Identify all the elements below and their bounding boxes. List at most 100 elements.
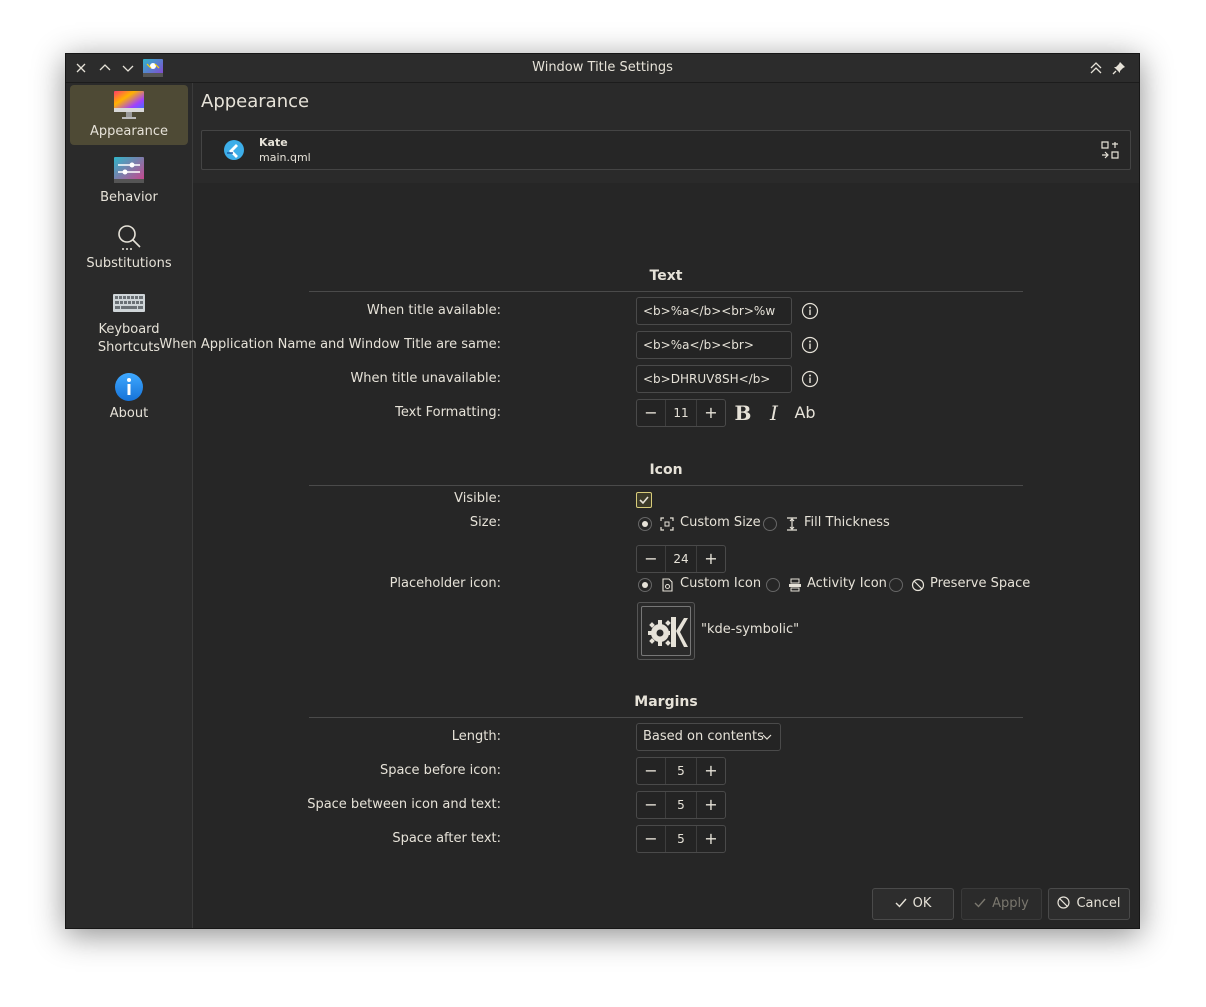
placeholder-icon-button[interactable] (637, 602, 695, 660)
sidebar-item-appearance[interactable]: Appearance (70, 85, 188, 145)
sidebar-item-about[interactable]: About (70, 367, 188, 427)
text-section-title: Text (649, 268, 683, 284)
behavior-icon (114, 157, 144, 183)
visible-checkbox[interactable] (636, 492, 652, 508)
apply-label: Apply (992, 896, 1029, 911)
increment-button[interactable]: + (696, 546, 725, 572)
preserve-space-label[interactable]: Preserve Space (930, 576, 1030, 591)
search-icon (118, 225, 141, 250)
divider (309, 717, 1023, 718)
custom-icon-radio[interactable] (638, 578, 652, 592)
sidebar-item-substitutions[interactable]: Substitutions (70, 217, 188, 277)
fill-thickness-label[interactable]: Fill Thickness (804, 515, 890, 530)
decrement-button[interactable]: − (637, 546, 666, 572)
main-panel: Appearance Kate main.qml Text When title… (159, 83, 1139, 928)
info-icon[interactable] (801, 370, 819, 388)
sidebar-item-label: Behavior (100, 190, 158, 205)
titlebar: Window Title Settings (66, 54, 1139, 83)
ok-label: OK (912, 896, 932, 911)
pin-icon[interactable] (1111, 60, 1127, 76)
keyboard-icon (113, 294, 145, 312)
divider (309, 291, 1023, 292)
title-available-input[interactable]: <b>%a</b><br>%w (636, 297, 792, 325)
same-name-input[interactable]: <b>%a</b><br> (636, 331, 792, 359)
custom-size-radio[interactable] (638, 517, 652, 531)
margins-section-title: Margins (634, 694, 698, 710)
about-icon (115, 373, 143, 401)
switch-preview-icon[interactable] (1101, 141, 1119, 159)
length-label: Length: (451, 729, 501, 744)
kate-icon (224, 140, 244, 160)
keep-above-icon[interactable] (1088, 60, 1104, 76)
page-title: Appearance (201, 91, 310, 112)
font-size-spinbox[interactable]: − 11 + (636, 399, 726, 427)
title-available-label: When title available: (366, 303, 501, 318)
increment-button[interactable]: + (696, 758, 725, 784)
sidebar-item-behavior[interactable]: Behavior (70, 151, 188, 211)
cancel-icon (1057, 896, 1071, 909)
appearance-icon (114, 91, 144, 119)
title-unavailable-input[interactable]: <b>DHRUV8SH</b> (636, 365, 792, 393)
divider (309, 485, 1023, 486)
activity-icon-radio[interactable] (766, 578, 780, 592)
custom-icon-label[interactable]: Custom Icon (680, 576, 761, 591)
sidebar-item-label: About (109, 406, 149, 421)
placeholder-icon-label: Placeholder icon: (389, 576, 501, 591)
window-title-preview: Kate main.qml (201, 130, 1131, 170)
settings-window: Window Title Settings Appearance Behavio… (65, 53, 1140, 929)
preview-window-title: main.qml (259, 151, 311, 164)
space-between-spinbox[interactable]: − 5 + (636, 791, 726, 819)
kde-icon (648, 617, 688, 647)
increment-button[interactable]: + (696, 400, 725, 426)
fill-thickness-radio[interactable] (763, 517, 777, 531)
increment-button[interactable]: + (696, 792, 725, 818)
activity-icon-label[interactable]: Activity Icon (807, 576, 887, 591)
italic-button[interactable]: I (761, 400, 787, 426)
icon-size-value[interactable]: 24 (665, 546, 697, 572)
icon-size-spinbox[interactable]: − 24 + (636, 545, 726, 573)
space-after-text-spinbox[interactable]: − 5 + (636, 825, 726, 853)
increment-button[interactable]: + (696, 826, 725, 852)
visible-label: Visible: (454, 491, 501, 506)
preserve-space-radio[interactable] (889, 578, 903, 592)
font-size-value[interactable]: 11 (665, 400, 697, 426)
icon-section-title: Icon (649, 462, 683, 478)
space-before-icon-value[interactable]: 5 (665, 758, 697, 784)
space-between-value[interactable]: 5 (665, 792, 697, 818)
bold-button[interactable]: B (730, 400, 756, 426)
checkmark-icon (895, 898, 907, 908)
preview-app-name: Kate (259, 136, 288, 149)
decrement-button[interactable]: − (637, 792, 666, 818)
size-label: Size: (469, 515, 501, 530)
info-icon[interactable] (801, 302, 819, 320)
chevron-down-icon (762, 734, 772, 740)
sidebar-item-label: Keyboard Shortcuts (97, 322, 161, 355)
decrement-button[interactable]: − (637, 400, 666, 426)
ok-button[interactable]: OK (872, 888, 954, 920)
activity-icon (789, 578, 801, 592)
same-name-label: When Application Name and Window Title a… (159, 337, 501, 352)
space-before-icon-label: Space before icon: (379, 763, 501, 778)
custom-size-icon (660, 517, 674, 531)
icon-frame (641, 606, 691, 656)
cancel-button[interactable]: Cancel (1048, 888, 1130, 920)
space-after-text-label: Space after text: (392, 831, 501, 846)
cancel-label: Cancel (1076, 896, 1121, 911)
checkmark-icon (639, 496, 649, 505)
space-after-text-value[interactable]: 5 (665, 826, 697, 852)
fill-thickness-icon (787, 517, 797, 531)
sidebar: Appearance Behavior Substitutions Keyboa… (66, 83, 193, 928)
custom-size-label[interactable]: Custom Size (680, 515, 761, 530)
length-combobox[interactable]: Based on contents (636, 723, 781, 751)
title-unavailable-label: When title unavailable: (350, 371, 501, 386)
decrement-button[interactable]: − (637, 826, 666, 852)
apply-button[interactable]: Apply (961, 888, 1042, 920)
capitalize-button[interactable]: Ab (790, 400, 820, 426)
length-value: Based on contents (643, 729, 764, 744)
decrement-button[interactable]: − (637, 758, 666, 784)
custom-icon-icon (662, 578, 673, 592)
preserve-space-icon (911, 578, 925, 592)
space-between-label: Space between icon and text: (307, 797, 501, 812)
info-icon[interactable] (801, 336, 819, 354)
space-before-icon-spinbox[interactable]: − 5 + (636, 757, 726, 785)
